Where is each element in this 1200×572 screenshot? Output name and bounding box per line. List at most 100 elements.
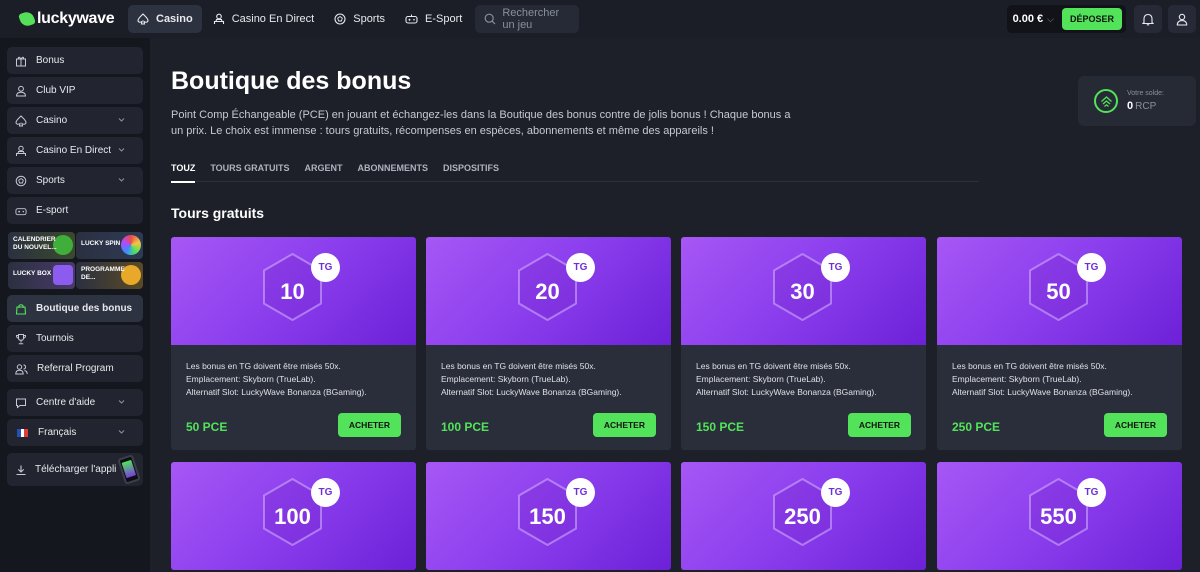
nav-sports[interactable]: Sports: [325, 5, 394, 33]
promo-lucky-spin[interactable]: LUCKY SPIN: [76, 232, 143, 259]
sidebar-item-label: Boutique des bonus: [36, 303, 133, 314]
chevron-down-icon: [118, 400, 125, 404]
sidebar-item-tournaments[interactable]: Tournois: [7, 325, 143, 352]
balance-label: Votre solde:: [1127, 90, 1164, 97]
notifications-button[interactable]: [1134, 5, 1162, 33]
gamepad-icon: [405, 14, 418, 24]
main-content: Boutique des bonus Point Comp Échangeabl…: [150, 38, 1200, 572]
bonus-card: 150 TG: [426, 462, 671, 570]
search-placeholder: Rechercher un jeu: [502, 7, 560, 31]
search-input[interactable]: Rechercher un jeu: [475, 5, 580, 33]
bonus-card: 30 TG Les bonus en TG doivent être misés 5…: [681, 237, 926, 450]
sidebar-item-referral[interactable]: Referral Program: [7, 355, 143, 382]
bonus-card-image: 550 TG: [937, 462, 1182, 570]
tg-badge: TG: [311, 253, 340, 282]
sidebar-item-club-vip[interactable]: Club VIP: [7, 77, 143, 104]
nav-label: E-Sport: [425, 13, 463, 25]
search-icon: [484, 13, 496, 25]
nav-label: Casino En Direct: [231, 13, 315, 25]
spade-icon: [15, 114, 27, 126]
sidebar: Bonus Club VIP Casino Casino En Direct S…: [0, 38, 150, 572]
bonus-card-body: Les bonus en TG doivent être misés 50x. E…: [426, 345, 671, 450]
bonus-card-image: 10 TG: [171, 237, 416, 345]
main-nav: Casino Casino En Direct Sports E-Sport R…: [128, 5, 580, 33]
dealer-icon: [16, 145, 26, 156]
tg-badge: TG: [311, 478, 340, 507]
buy-button[interactable]: ACHETER: [1103, 413, 1167, 437]
description-line: Alternatif Slot: LuckyWave Bonanza (BGam…: [441, 387, 622, 397]
nav-casino[interactable]: Casino: [128, 5, 202, 33]
language-selector[interactable]: Français: [7, 419, 143, 446]
logo[interactable]: luckywave: [18, 10, 120, 28]
bonus-card: 250 TG: [681, 462, 926, 570]
bonus-card-image: 20 TG: [426, 237, 671, 345]
bonus-card-body: Les bonus en TG doivent être misés 50x. E…: [937, 345, 1182, 450]
bonus-card-description: Les bonus en TG doivent être misés 50x. E…: [696, 360, 911, 399]
gift-icon: [16, 56, 26, 66]
tab-free-spins[interactable]: TOURS GRATUITS: [210, 158, 289, 182]
tab-subscriptions[interactable]: ABONNEMENTS: [358, 158, 429, 182]
sidebar-item-sports[interactable]: Sports: [7, 167, 143, 194]
sidebar-item-help-center[interactable]: Centre d'aide: [7, 389, 143, 416]
user-icon: [1176, 13, 1188, 26]
bonus-card-image: 50 TG: [937, 237, 1182, 345]
tg-badge: TG: [566, 253, 595, 282]
buy-button[interactable]: ACHETER: [337, 413, 401, 437]
trophy-icon: [15, 333, 27, 344]
bonus-price: 150 PCE: [696, 420, 745, 434]
description-line: Alternatif Slot: LuckyWave Bonanza (BGam…: [952, 387, 1133, 397]
balance-value[interactable]: 0.00 €: [1013, 13, 1044, 25]
promo-label: LUCKY BOX: [13, 270, 52, 277]
ball-icon: [334, 13, 346, 25]
users-icon: [15, 363, 28, 374]
bonus-card-description: Les bonus en TG doivent être misés 50x. E…: [441, 360, 656, 399]
chevron-down-icon[interactable]: ⌵: [1047, 14, 1054, 25]
buy-button[interactable]: ACHETER: [592, 413, 656, 437]
sidebar-item-label: Français: [38, 427, 77, 438]
sidebar-item-casino[interactable]: Casino: [7, 107, 143, 134]
tab-all[interactable]: TOUZ: [171, 158, 196, 183]
sidebar-item-bonus-shop[interactable]: Boutique des bonus: [7, 295, 143, 322]
chevron-down-icon: [118, 178, 125, 182]
tab-devices[interactable]: DISPOSITIFS: [443, 158, 499, 182]
description-line: Les bonus en TG doivent être misés 50x.: [441, 361, 596, 371]
gamepad-icon: [15, 207, 27, 215]
description-line: Emplacement: Skyborn (TrueLab).: [441, 374, 571, 384]
buy-button[interactable]: ACHETER: [847, 413, 911, 437]
logo-mark-icon: [18, 10, 36, 28]
description-line: Alternatif Slot: LuckyWave Bonanza (BGam…: [186, 387, 367, 397]
free-spins-amount: 150: [529, 504, 566, 529]
sidebar-item-label: Tournois: [36, 333, 74, 344]
sidebar-item-casino-live[interactable]: Casino En Direct: [7, 137, 143, 164]
bonus-price: 250 PCE: [952, 420, 1001, 434]
deposit-button[interactable]: DÉPOSER: [1061, 8, 1122, 30]
promo-programme[interactable]: PROGRAMME DE...: [76, 262, 143, 289]
download-icon: [16, 465, 26, 475]
sidebar-item-label: Centre d'aide: [36, 397, 96, 408]
profile-button[interactable]: [1168, 5, 1196, 33]
tab-money[interactable]: ARGENT: [305, 158, 343, 182]
promo-label: LUCKY SPIN: [81, 240, 121, 247]
description-line: Emplacement: Skyborn (TrueLab).: [186, 374, 316, 384]
nav-label: Casino: [156, 13, 193, 25]
promo-lucky-box[interactable]: LUCKY BOX: [8, 262, 75, 289]
top-header: luckywave Casino Casino En Direct Sports…: [0, 0, 1200, 38]
nav-label: Sports: [353, 13, 386, 25]
nav-casino-live[interactable]: Casino En Direct: [204, 5, 324, 33]
free-spins-amount: 100: [274, 504, 311, 529]
user-icon: [15, 85, 27, 96]
bonus-card-description: Les bonus en TG doivent être misés 50x. E…: [952, 360, 1167, 399]
download-app-button[interactable]: Télécharger l'appli: [7, 453, 143, 486]
page-title: Boutique des bonus: [171, 67, 412, 95]
bonus-card-image: 250 TG: [681, 462, 926, 570]
nav-esport[interactable]: E-Sport: [396, 5, 471, 33]
bonus-card-image: 150 TG: [426, 462, 671, 570]
tg-badge: TG: [566, 478, 595, 507]
chevron-down-icon: [118, 118, 125, 122]
bell-icon: [1142, 13, 1154, 25]
sidebar-item-esport[interactable]: E-sport: [7, 197, 143, 224]
sidebar-item-bonus[interactable]: Bonus: [7, 47, 143, 74]
tg-badge: TG: [821, 478, 850, 507]
promo-calendar[interactable]: CALENDRIER DU NOUVEL...: [8, 232, 75, 259]
download-label: Télécharger l'appli: [35, 464, 117, 475]
